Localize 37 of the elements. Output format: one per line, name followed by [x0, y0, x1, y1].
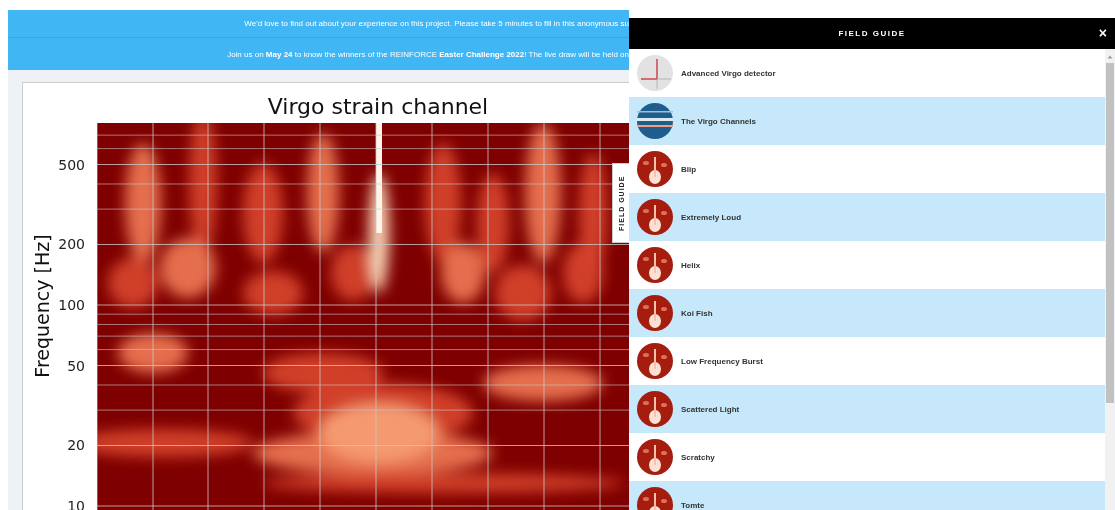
announcement-text: We'd love to find out about your experience on this project. Please take 5 minutes to fill in this anonymous su [244, 19, 629, 28]
guide-item-label: The Virgo Channels [681, 116, 756, 126]
spectrogram-thumbnail-icon [637, 247, 673, 283]
guide-item[interactable]: Extremely Loud [629, 193, 1105, 241]
guide-item-label: Scratchy [681, 452, 715, 462]
spectrogram-thumbnail-icon [637, 343, 673, 379]
axis-label: Frequency [Hz] [31, 234, 53, 378]
panel-title: FIELD GUIDE [838, 29, 906, 38]
axis-tick-label: 100 [58, 297, 85, 313]
guide-item-label: Extremely Loud [681, 212, 741, 222]
scroll-up-icon[interactable] [1106, 53, 1114, 61]
spectrogram-thumbnail-icon [637, 391, 673, 427]
spectrogram-thumbnail-icon [637, 295, 673, 331]
announcement-text: Join us on May 24 to know the winners of the REINFORCE Easter Challenge 2022! The live draw will be held on [227, 49, 629, 59]
guide-item-label: Advanced Virgo detector [681, 68, 776, 78]
guide-item-label: Tomte [681, 500, 705, 510]
chart-title: Virgo strain channel [267, 94, 489, 119]
guide-item-label: Helix [681, 260, 701, 270]
axis-tick-label: 50 [67, 357, 85, 374]
scrollbar[interactable] [1105, 49, 1115, 510]
guide-item-label: Low Frequency Burst [681, 356, 763, 366]
spectrogram-thumbnail-icon [637, 199, 673, 235]
guide-item-label: Blip [681, 164, 697, 174]
axis-tick-label: 500 [58, 156, 85, 173]
axis-tick-label: 20 [67, 437, 85, 454]
axis-tick-label: 200 [58, 236, 85, 253]
guide-item[interactable]: The Virgo Channels [629, 97, 1105, 145]
channels-chart-icon [637, 103, 673, 139]
guide-item-label: Koi Fish [681, 308, 713, 318]
guide-item[interactable]: Koi Fish [629, 289, 1105, 337]
guide-item-label: Scattered Light [681, 404, 740, 414]
spectrogram-thumbnail-icon [637, 151, 673, 187]
spectrogram-thumbnail-icon [637, 439, 673, 475]
detector-diagram-icon [637, 55, 673, 91]
guide-item[interactable]: Tomte [629, 481, 1105, 510]
close-button[interactable]: × [1098, 26, 1107, 40]
guide-item[interactable]: Scattered Light [629, 385, 1105, 433]
